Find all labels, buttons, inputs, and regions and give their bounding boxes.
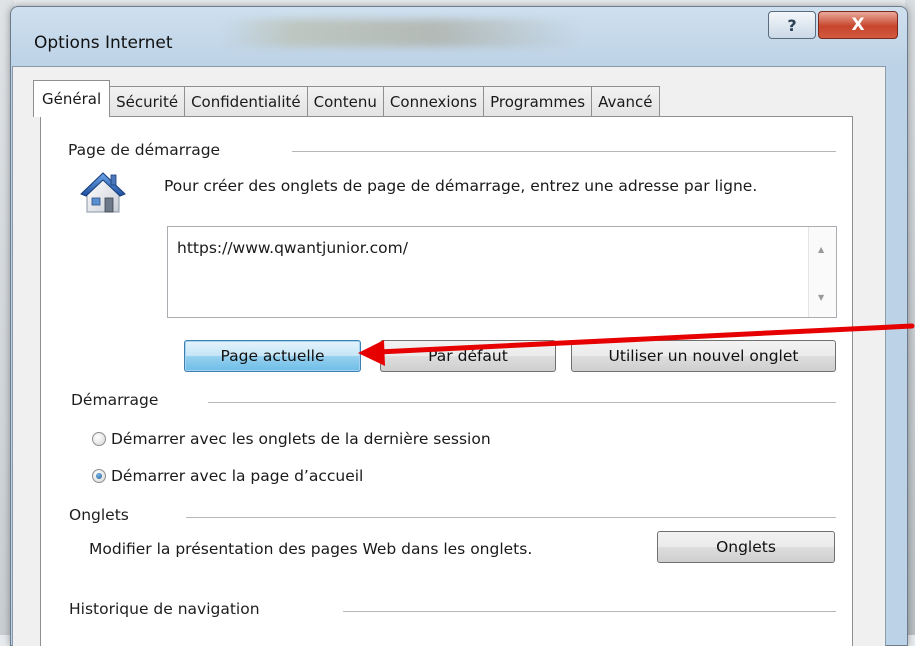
homepage-url-textarea[interactable]: https://www.qwantjunior.com/ ▲ ▼ [167,226,837,318]
house-icon [80,172,126,213]
scroll-up-icon[interactable]: ▲ [818,245,824,254]
tab-confidentialite[interactable]: Confidentialité [184,86,308,117]
tabs-settings-button[interactable]: Onglets [657,531,835,563]
startup-section-title: Démarrage [71,391,159,409]
radio-last-session[interactable]: Démarrer avec les onglets de la dernière… [92,430,491,448]
tab-contenu[interactable]: Contenu [306,86,384,117]
history-section-divider [343,611,836,612]
general-tab-panel [40,116,853,646]
close-icon: X [851,15,865,35]
scroll-down-icon[interactable]: ▼ [818,293,824,302]
current-page-button[interactable]: Page actuelle [184,340,361,372]
tab-securite[interactable]: Sécurité [109,86,186,117]
startup-section-divider [208,402,836,403]
tabs-section-title: Onglets [69,506,129,524]
homepage-section-divider [292,151,836,152]
tab-connexions[interactable]: Connexions [382,86,485,117]
history-section-title: Historique de navigation [69,600,260,618]
title-bar[interactable]: Options Internet ? X [11,7,907,73]
homepage-url-value: https://www.qwantjunior.com/ [177,239,408,257]
homepage-section-title: Page de démarrage [68,141,221,159]
tabs-description: Modifier la présentation des pages Web d… [89,540,533,558]
radio-last-session-label: Démarrer avec les onglets de la dernière… [111,430,491,448]
tab-avance[interactable]: Avancé [591,86,660,117]
tab-programmes[interactable]: Programmes [483,86,593,117]
radio-home-page-label: Démarrer avec la page d’accueil [111,467,364,485]
default-button[interactable]: Par défaut [380,340,556,372]
window-title: Options Internet [34,33,173,53]
radio-home-page-indicator[interactable] [92,469,106,483]
title-bar-glass [221,19,581,47]
tab-general[interactable]: Général [33,80,111,117]
close-button[interactable]: X [818,11,898,39]
homepage-description: Pour créer des onglets de page de démarr… [164,177,758,195]
new-tab-button[interactable]: Utiliser un nouvel onglet [571,340,836,372]
textarea-scrollbar[interactable]: ▲ ▼ [808,227,836,317]
tab-strip: Général Sécurité Confidentialité Contenu… [33,80,660,117]
radio-last-session-indicator[interactable] [92,432,106,446]
tabs-section-divider [186,517,836,518]
help-icon: ? [787,15,797,35]
help-button[interactable]: ? [768,11,816,39]
radio-home-page[interactable]: Démarrer avec la page d’accueil [92,467,363,485]
